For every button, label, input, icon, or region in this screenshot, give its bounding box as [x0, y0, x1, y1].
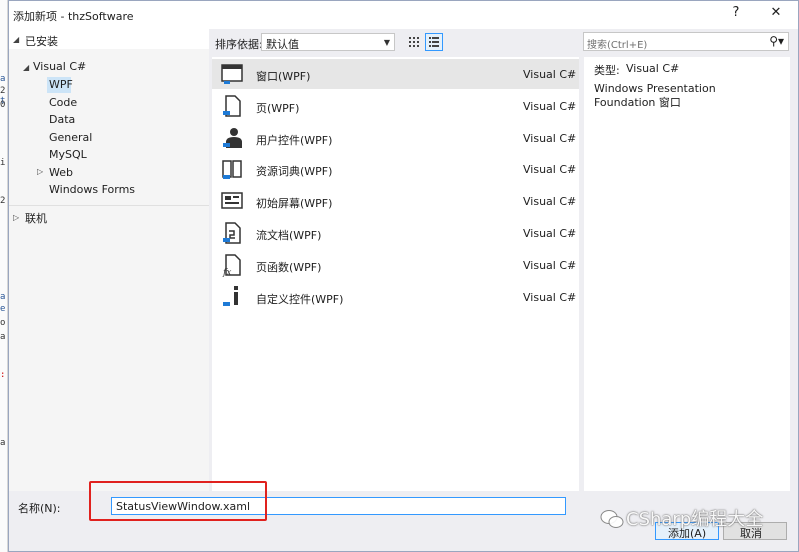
template-item-page[interactable]: 页(WPF) Visual C# [212, 91, 579, 121]
template-name: 页函数(WPF) [256, 261, 322, 274]
installed-label: 已安装 [25, 35, 58, 48]
template-language: Visual C# [523, 132, 577, 145]
tree-item-wpf[interactable]: WPF [49, 78, 73, 91]
template-language: Visual C# [523, 227, 577, 240]
template-language: Visual C# [523, 195, 577, 208]
search-icon[interactable]: ⚲▾ [769, 34, 784, 48]
tree-item-data[interactable]: Data [49, 113, 75, 126]
template-item-resource-dictionary[interactable]: 资源词典(WPF) Visual C# [212, 154, 579, 184]
watermark-text: CSharp编程大全 [626, 509, 764, 530]
tree-divider [9, 205, 209, 206]
collapse-triangle-icon[interactable]: ◢ [13, 35, 19, 44]
template-item-splash-screen[interactable]: 初始屏幕(WPF) Visual C# [212, 186, 579, 216]
template-description: Windows Presentation Foundation 窗口 [594, 82, 716, 109]
title-bar: 添加新项 - thzSoftware ? ✕ [9, 1, 798, 29]
user-control-icon [223, 128, 242, 148]
template-name: 用户控件(WPF) [256, 134, 333, 147]
expand-triangle-icon[interactable]: ▷ [37, 167, 43, 176]
template-name: 资源词典(WPF) [256, 165, 333, 178]
template-item-custom-control[interactable]: 自定义控件(WPF) Visual C# [212, 282, 579, 312]
category-tree: ◢ 已安装 ◢ Visual C# WPF Code Data General … [9, 29, 209, 491]
template-language: Visual C# [523, 100, 577, 113]
template-item-window[interactable]: 窗口(WPF) Visual C# [212, 59, 579, 89]
svg-text:fx: fx [222, 268, 231, 277]
template-item-page-function[interactable]: fx 页函数(WPF) Visual C# [212, 250, 579, 280]
grid-view-icon [409, 37, 419, 47]
resource-dictionary-icon [222, 160, 242, 179]
tree-item-online[interactable]: 联机 [25, 210, 47, 226]
template-name: 流文档(WPF) [256, 229, 322, 242]
template-language: Visual C# [523, 259, 577, 272]
expand-triangle-icon[interactable]: ▷ [13, 213, 19, 222]
template-list: 窗口(WPF) Visual C# 页(WPF) Visual C# 用户控件(… [212, 57, 579, 491]
sort-label: 排序依据: [215, 38, 263, 51]
small-icons-view-button[interactable] [405, 33, 423, 51]
collapse-triangle-icon[interactable]: ◢ [23, 63, 29, 72]
sort-dropdown[interactable]: 默认值 ▼ [261, 33, 395, 51]
tree-item-web[interactable]: Web [49, 166, 73, 179]
tree-item-general[interactable]: General [49, 131, 92, 144]
installed-header[interactable]: ◢ 已安装 [9, 29, 209, 49]
page-function-icon: fx [222, 254, 241, 277]
template-toolbar: 排序依据: 默认值 ▼ [209, 29, 579, 57]
list-view-icon [429, 37, 439, 47]
tree-item-mysql[interactable]: MySQL [49, 148, 87, 161]
template-name: 初始屏幕(WPF) [256, 197, 333, 210]
tree-item-visual-csharp[interactable]: Visual C# [33, 60, 86, 73]
watermark: CSharp编程大全 [594, 499, 799, 539]
background-editor-strip: a2t 0i2 aeo a:a [0, 0, 8, 552]
template-name: 自定义控件(WPF) [256, 293, 344, 306]
flow-document-icon [223, 222, 241, 244]
list-view-button[interactable] [425, 33, 443, 51]
template-name: 页(WPF) [256, 102, 300, 115]
close-button[interactable]: ✕ [765, 5, 787, 23]
type-label: 类型: [594, 64, 620, 77]
template-language: Visual C# [523, 291, 577, 304]
sort-value: 默认值 [266, 38, 299, 51]
chevron-down-icon: ▼ [383, 38, 390, 47]
template-language: Visual C# [523, 163, 577, 176]
help-button[interactable]: ? [725, 5, 747, 23]
wechat-icon [600, 510, 624, 528]
tree-item-code[interactable]: Code [49, 96, 77, 109]
tree-item-windows-forms[interactable]: Windows Forms [49, 183, 135, 196]
template-item-user-control[interactable]: 用户控件(WPF) Visual C# [212, 123, 579, 153]
template-item-flow-document[interactable]: 流文档(WPF) Visual C# [212, 218, 579, 248]
template-name: 窗口(WPF) [256, 70, 311, 83]
custom-control-icon [223, 286, 238, 306]
search-input[interactable]: 搜索(Ctrl+E) ⚲▾ [583, 32, 789, 51]
splash-screen-icon [221, 192, 243, 209]
add-new-item-dialog: 添加新项 - thzSoftware ? ✕ ◢ 已安装 ◢ Visual C#… [8, 0, 799, 552]
page-icon [223, 95, 241, 117]
dialog-title: 添加新项 - thzSoftware [13, 10, 134, 23]
highlight-annotation-box [89, 481, 267, 521]
type-value: Visual C# [626, 62, 680, 75]
template-language: Visual C# [523, 68, 577, 81]
details-panel: 类型: Visual C# Windows Presentation Found… [584, 57, 790, 491]
window-icon [221, 64, 243, 84]
search-placeholder: 搜索(Ctrl+E) [587, 40, 648, 51]
name-label: 名称(N): [18, 502, 61, 515]
